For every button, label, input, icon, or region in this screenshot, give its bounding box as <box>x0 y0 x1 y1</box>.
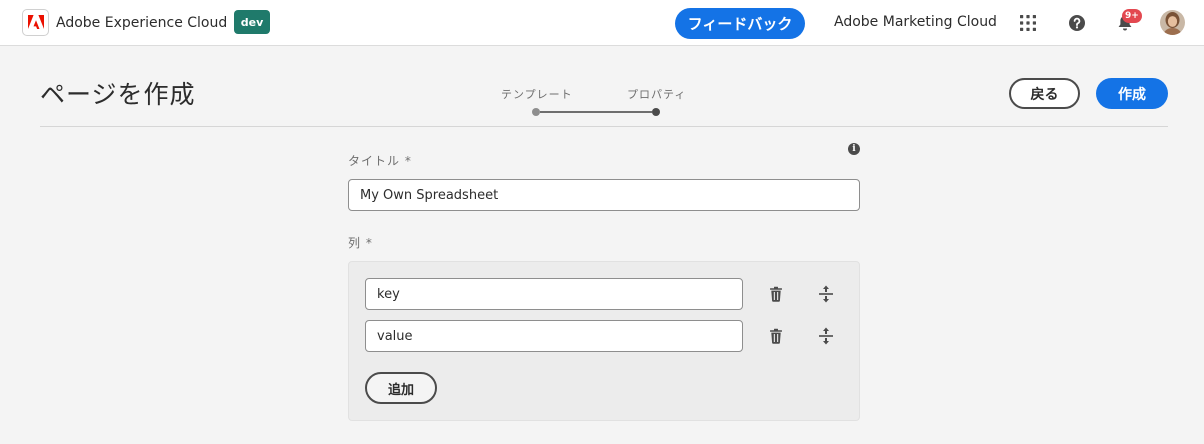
drag-handle-icon <box>819 327 833 345</box>
step-properties-label: プロパティ <box>627 88 687 101</box>
trash-icon <box>770 328 782 344</box>
title-input[interactable] <box>348 179 860 211</box>
title-field-label: タイトル * <box>348 154 412 168</box>
create-button[interactable]: 作成 <box>1096 78 1168 109</box>
step-template-label: テンプレート <box>501 88 573 101</box>
column-name-input[interactable] <box>365 320 743 352</box>
help-icon[interactable] <box>1066 12 1088 34</box>
reorder-column-handle[interactable] <box>815 325 837 347</box>
trash-icon <box>770 286 782 302</box>
page-title: ページを作成 <box>40 80 196 109</box>
wizard-stepper: テンプレート プロパティ <box>496 84 696 124</box>
header-divider <box>40 126 1168 127</box>
step-template-marker[interactable] <box>532 108 540 116</box>
add-column-button[interactable]: 追加 <box>365 372 437 404</box>
columns-field-label: 列 * <box>348 236 373 250</box>
avatar[interactable] <box>1160 10 1185 35</box>
org-switcher[interactable]: Adobe Marketing Cloud <box>834 14 997 30</box>
delete-column-button[interactable] <box>765 325 787 347</box>
apps-grid-icon[interactable] <box>1017 12 1039 34</box>
step-properties-marker <box>652 108 660 116</box>
brand-home-link[interactable]: Adobe Experience Cloud <box>22 9 227 36</box>
environment-badge: dev <box>234 10 270 34</box>
back-button[interactable]: 戻る <box>1009 78 1080 109</box>
step-connector <box>540 111 652 113</box>
info-icon[interactable]: i <box>848 143 860 155</box>
notification-count-badge: 9+ <box>1122 9 1142 23</box>
top-navigation-bar: Adobe Experience Cloud dev フィードバック Adobe… <box>0 0 1204 46</box>
drag-handle-icon <box>819 285 833 303</box>
reorder-column-handle[interactable] <box>815 283 837 305</box>
brand-name: Adobe Experience Cloud <box>56 14 228 31</box>
feedback-button[interactable]: フィードバック <box>675 8 805 39</box>
delete-column-button[interactable] <box>765 283 787 305</box>
adobe-logo-icon <box>22 9 49 36</box>
column-name-input[interactable] <box>365 278 743 310</box>
